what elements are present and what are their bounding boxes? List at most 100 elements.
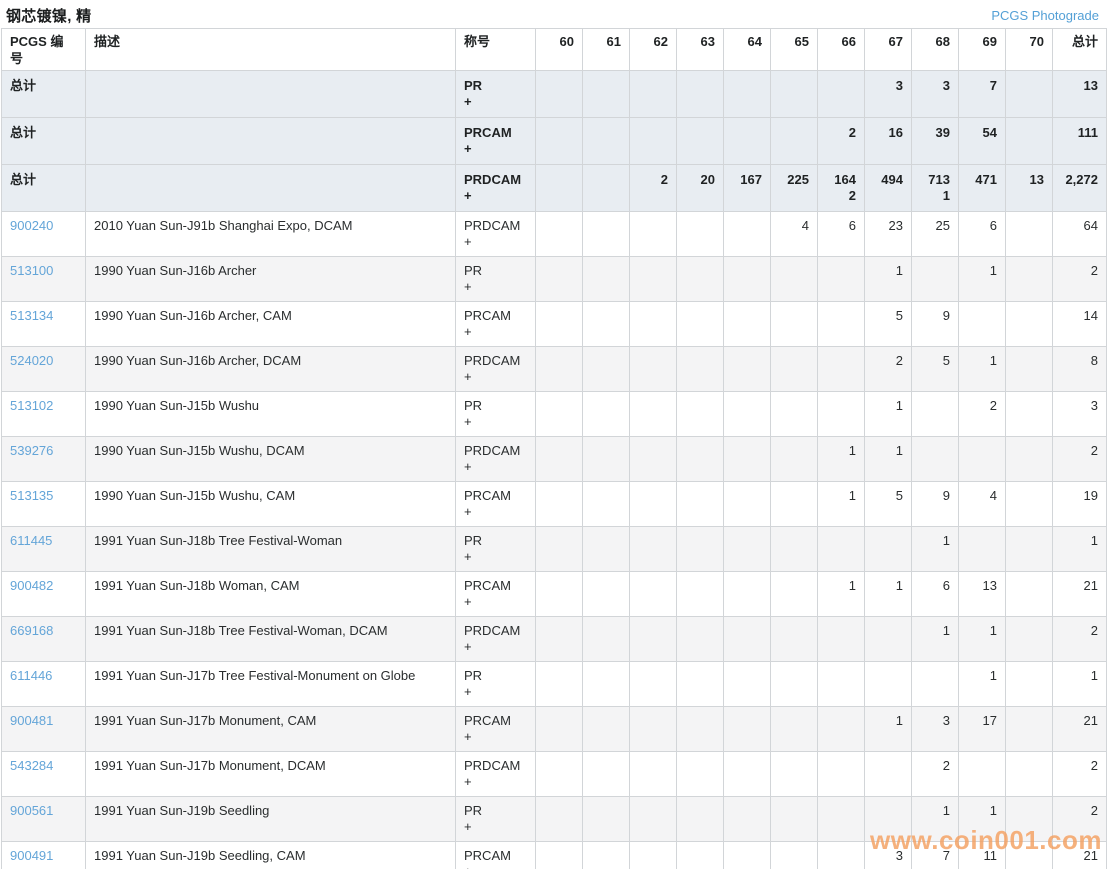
cell-grade-64 (724, 572, 771, 617)
designation-label: PR (464, 802, 527, 819)
grade-count: 494 (873, 171, 903, 188)
grade-count: 39 (920, 124, 950, 141)
cell-grade-62 (630, 118, 677, 165)
cell-grade-64 (724, 842, 771, 869)
pcgs-number-cell: 513100 (2, 257, 86, 302)
pcgs-number-link[interactable]: 611445 (10, 533, 52, 548)
cell-grade-69: 471 (959, 165, 1006, 212)
designation-label: PR (464, 397, 527, 414)
description-cell: 1990 Yuan Sun-J16b Archer, DCAM (86, 347, 456, 392)
grade-count: 13 (967, 577, 997, 594)
grade-count: 1 (873, 577, 903, 594)
cell-grade-69: 4 (959, 482, 1006, 527)
photograde-link[interactable]: PCGS Photograde (991, 8, 1099, 23)
cell-grade-65 (771, 257, 818, 302)
cell-grade-66 (818, 392, 865, 437)
pcgs-number-link[interactable]: 900491 (10, 848, 53, 863)
pcgs-number-link[interactable]: 900481 (10, 713, 53, 728)
cell-grade-69: 1 (959, 797, 1006, 842)
pcgs-number-link[interactable]: 539276 (10, 443, 53, 458)
designation-label: PRDCAM (464, 217, 527, 234)
pcgs-number-link[interactable]: 900561 (10, 803, 53, 818)
plus-grade-count: 2 (826, 188, 856, 204)
pcgs-number-link[interactable]: 513102 (10, 398, 53, 413)
cell-grade-64 (724, 752, 771, 797)
description-cell: 1990 Yuan Sun-J15b Wushu, DCAM (86, 437, 456, 482)
grade-count: 1 (826, 487, 856, 504)
cell-grade-68 (912, 437, 959, 482)
cell-grade-66 (818, 71, 865, 118)
cell-grade-64 (724, 118, 771, 165)
table-row: 9002402010 Yuan Sun-J91b Shanghai Expo, … (2, 212, 1107, 257)
cell-grade-70 (1006, 842, 1053, 869)
cell-grade-69 (959, 527, 1006, 572)
cell-grade-68 (912, 257, 959, 302)
cell-grade-65 (771, 347, 818, 392)
designation-plus-label: + (464, 369, 527, 385)
designation-cell: PR+ (456, 257, 536, 302)
cell-grade-67: 1 (865, 437, 912, 482)
pcgs-number-link[interactable]: 513135 (10, 488, 53, 503)
cell-grade-66 (818, 257, 865, 302)
grade-count: 1 (920, 802, 950, 819)
cell-grade-61 (583, 257, 630, 302)
cell-grade-70 (1006, 752, 1053, 797)
summary-description-cell (86, 118, 456, 165)
grade-count: 5 (873, 487, 903, 504)
header-description: 描述 (86, 29, 456, 71)
page-title: 钢芯镀镍, 精 (6, 5, 91, 26)
header-pcgs-number: PCGS 编 号 (2, 29, 86, 71)
pcgs-number-link[interactable]: 900482 (10, 578, 53, 593)
cell-grade-63 (677, 752, 724, 797)
pcgs-number-cell: 669168 (2, 617, 86, 662)
pcgs-number-link[interactable]: 900240 (10, 218, 53, 233)
designation-cell: PRCAM+ (456, 118, 536, 165)
cell-grade-70 (1006, 437, 1053, 482)
pcgs-number-link[interactable]: 669168 (10, 623, 53, 638)
cell-grade-68: 6 (912, 572, 959, 617)
description-cell: 1991 Yuan Sun-J19b Seedling (86, 797, 456, 842)
table-row: 5131351990 Yuan Sun-J15b Wushu, CAMPRCAM… (2, 482, 1107, 527)
cell-grade-64 (724, 797, 771, 842)
pcgs-number-link[interactable]: 513134 (10, 308, 53, 323)
grade-count: 1 (967, 667, 997, 684)
table-row: 5131341990 Yuan Sun-J16b Archer, CAMPRCA… (2, 302, 1107, 347)
cell-grade-64 (724, 437, 771, 482)
cell-grade-60 (536, 257, 583, 302)
cell-grade-60 (536, 662, 583, 707)
cell-grade-61 (583, 118, 630, 165)
cell-grade-61 (583, 842, 630, 869)
cell-grade-62: 2 (630, 165, 677, 212)
cell-grade-62 (630, 482, 677, 527)
cell-grade-61 (583, 437, 630, 482)
cell-grade-61 (583, 302, 630, 347)
cell-grade-70 (1006, 572, 1053, 617)
pcgs-number-cell: 513134 (2, 302, 86, 347)
cell-grade-60 (536, 212, 583, 257)
pcgs-number-link[interactable]: 611446 (10, 668, 52, 683)
pcgs-number-link[interactable]: 543284 (10, 758, 53, 773)
designation-cell: PRDCAM+ (456, 437, 536, 482)
cell-grade-70 (1006, 617, 1053, 662)
summary-row: 总计PRDCAM+22016722516424947131471132,272 (2, 165, 1107, 212)
pcgs-number-link[interactable]: 524020 (10, 353, 53, 368)
cell-grade-61 (583, 752, 630, 797)
cell-grade-64 (724, 212, 771, 257)
top-bar: 钢芯镀镍, 精 PCGS Photograde (0, 0, 1107, 28)
designation-cell: PRDCAM+ (456, 165, 536, 212)
pcgs-number-link[interactable]: 513100 (10, 263, 53, 278)
cell-grade-67: 494 (865, 165, 912, 212)
cell-grade-66 (818, 662, 865, 707)
designation-cell: PR+ (456, 527, 536, 572)
designation-cell: PR+ (456, 392, 536, 437)
pcgs-number-cell: 543284 (2, 752, 86, 797)
cell-grade-63 (677, 527, 724, 572)
cell-grade-66: 6 (818, 212, 865, 257)
total-cell: 64 (1053, 212, 1107, 257)
summary-total-cell: 13 (1053, 71, 1107, 118)
cell-grade-61 (583, 71, 630, 118)
grade-count: 6 (826, 217, 856, 234)
pcgs-number-cell: 900482 (2, 572, 86, 617)
grade-count: 164 (826, 171, 856, 188)
cell-grade-64 (724, 482, 771, 527)
